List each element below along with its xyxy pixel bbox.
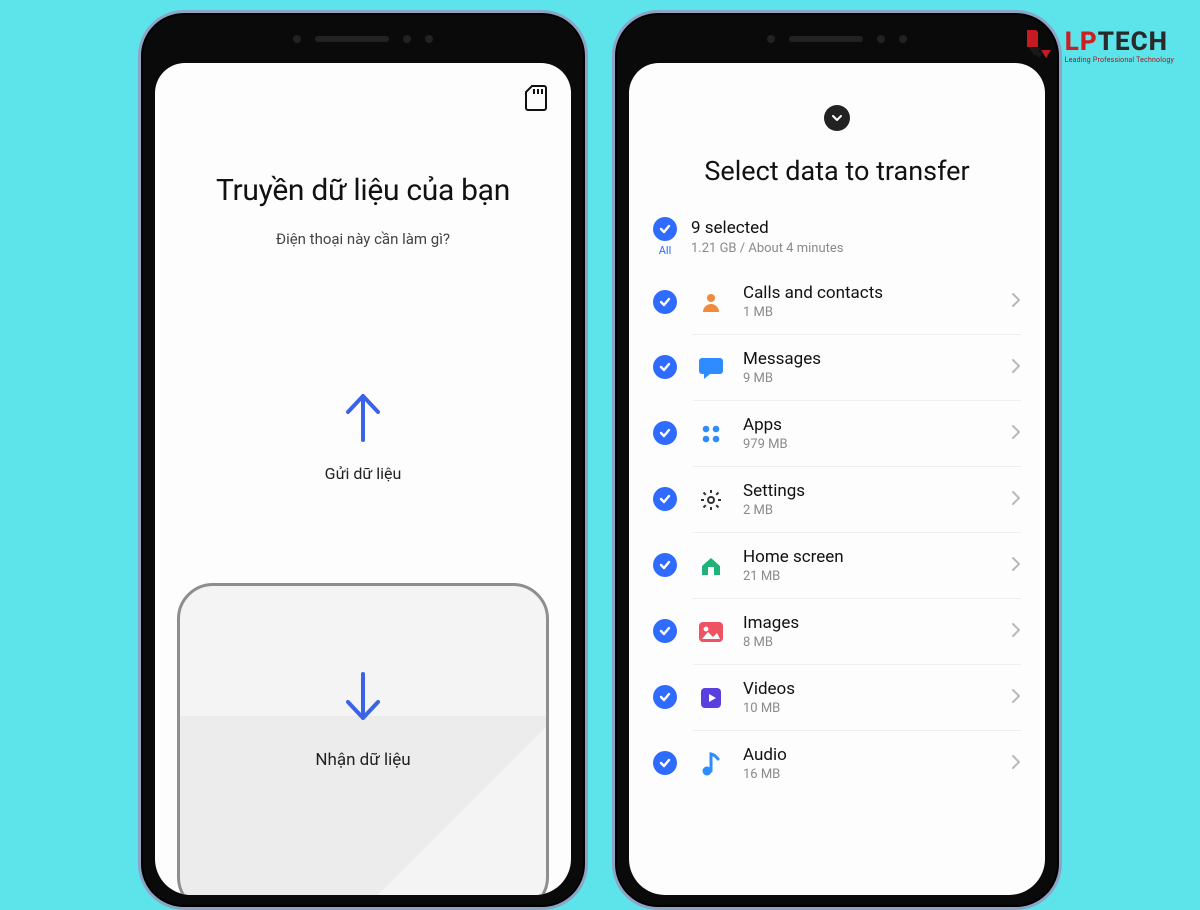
page-subtitle: Điện thoại này cần làm gì?	[185, 230, 541, 248]
data-category-row[interactable]: Images 8 MB	[653, 598, 1021, 664]
chevron-right-icon	[1011, 754, 1021, 774]
chevron-right-icon	[1011, 556, 1021, 576]
data-category-row[interactable]: Home screen 21 MB	[653, 532, 1021, 598]
row-checkbox[interactable]	[653, 355, 677, 379]
row-label: Home screen	[743, 547, 993, 567]
row-size: 1 MB	[743, 305, 993, 320]
data-category-row[interactable]: Calls and contacts 1 MB	[653, 269, 1021, 334]
send-data-label: Gửi dữ liệu	[155, 464, 571, 483]
row-label: Settings	[743, 481, 993, 501]
row-size: 979 MB	[743, 437, 993, 452]
chevron-right-icon	[1011, 688, 1021, 708]
apps-icon	[697, 420, 725, 448]
page-title: Truyền dữ liệu của bạn	[185, 173, 541, 208]
brand-logo: LPTECH Leading Professional Technology	[1021, 28, 1174, 64]
brand-logo-mark	[1021, 28, 1057, 64]
arrow-up-icon	[340, 388, 386, 448]
phone-mockup-right: Select data to transfer All 9 selected 1…	[612, 10, 1062, 910]
selected-size-eta: 1.21 GB / About 4 minutes	[691, 241, 843, 256]
arrow-down-icon	[340, 670, 386, 730]
sd-card-icon[interactable]	[525, 85, 547, 111]
row-size: 21 MB	[743, 569, 993, 584]
row-label: Messages	[743, 349, 993, 369]
row-label: Videos	[743, 679, 993, 699]
brand-logo-text: LPTECH	[1065, 29, 1174, 55]
chevron-right-icon	[1011, 358, 1021, 378]
row-checkbox[interactable]	[653, 751, 677, 775]
select-all-checkbox[interactable]	[653, 217, 677, 241]
data-category-row[interactable]: Apps 979 MB	[653, 400, 1021, 466]
chevron-right-icon	[1011, 490, 1021, 510]
row-checkbox[interactable]	[653, 619, 677, 643]
brand-logo-tagline: Leading Professional Technology	[1065, 57, 1174, 64]
chevron-right-icon	[1011, 292, 1021, 312]
chevron-down-icon	[824, 105, 850, 131]
send-data-button[interactable]: Gửi dữ liệu	[155, 388, 571, 483]
phone-mockup-left: Truyền dữ liệu của bạn Điện thoại này cầ…	[138, 10, 588, 910]
page-title: Select data to transfer	[629, 155, 1045, 187]
chevron-right-icon	[1011, 622, 1021, 642]
receive-data-label: Nhận dữ liệu	[315, 750, 410, 770]
message-icon	[697, 354, 725, 382]
scroll-indicator[interactable]	[629, 63, 1045, 131]
row-checkbox[interactable]	[653, 421, 677, 445]
row-label: Images	[743, 613, 993, 633]
data-category-row[interactable]: Audio 16 MB	[653, 730, 1021, 796]
row-size: 8 MB	[743, 635, 993, 650]
row-checkbox[interactable]	[653, 290, 677, 314]
select-all-label: All	[659, 244, 672, 257]
data-category-row[interactable]: Messages 9 MB	[653, 334, 1021, 400]
row-label: Audio	[743, 745, 993, 765]
data-category-row[interactable]: Videos 10 MB	[653, 664, 1021, 730]
row-size: 10 MB	[743, 701, 993, 716]
row-checkbox[interactable]	[653, 553, 677, 577]
row-size: 9 MB	[743, 371, 993, 386]
videos-icon	[697, 684, 725, 712]
row-checkbox[interactable]	[653, 487, 677, 511]
audio-icon	[697, 750, 725, 778]
data-category-row[interactable]: Settings 2 MB	[653, 466, 1021, 532]
row-checkbox[interactable]	[653, 685, 677, 709]
row-label: Calls and contacts	[743, 283, 993, 303]
images-icon	[697, 618, 725, 646]
row-label: Apps	[743, 415, 993, 435]
settings-icon	[697, 486, 725, 514]
row-size: 2 MB	[743, 503, 993, 518]
chevron-right-icon	[1011, 424, 1021, 444]
receive-data-button[interactable]: Nhận dữ liệu	[177, 583, 549, 895]
row-size: 16 MB	[743, 767, 993, 782]
selected-count: 9 selected	[691, 218, 843, 238]
contact-icon	[697, 288, 725, 316]
home-icon	[697, 552, 725, 580]
